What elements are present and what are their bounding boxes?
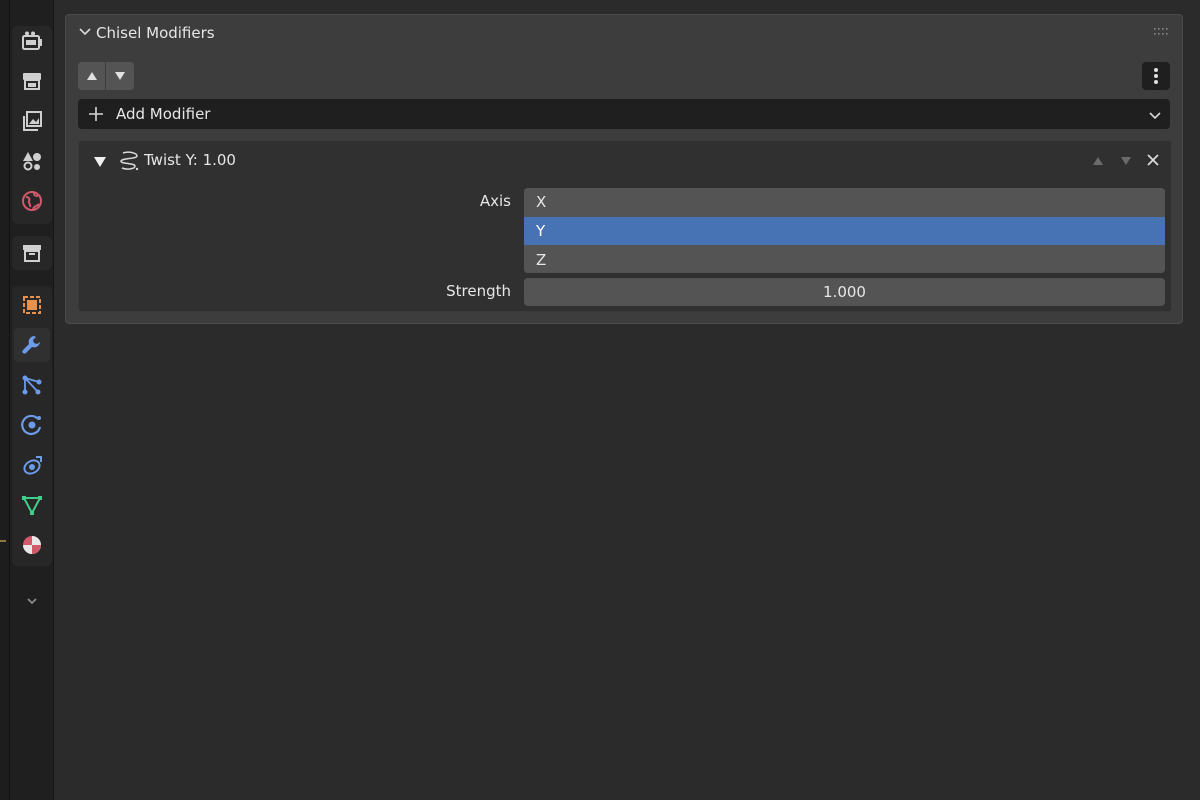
axis-selector: X Y Z <box>524 188 1165 273</box>
data-mesh-icon <box>22 496 42 516</box>
view-layer-icon <box>23 111 42 131</box>
close-icon[interactable] <box>1145 152 1161 168</box>
tab-physics[interactable] <box>14 408 50 442</box>
panel-menu-button[interactable] <box>1142 62 1170 90</box>
scene-icon <box>23 152 41 171</box>
collapse-triangle-icon[interactable] <box>93 156 107 168</box>
twist-modifier: Twist Y: 1.00 Axis X Y Z Strength 1.000 <box>78 140 1172 312</box>
axis-option-z[interactable]: Z <box>524 246 1165 273</box>
world-icon <box>22 191 42 211</box>
tab-view-layer[interactable] <box>14 104 50 138</box>
strength-field[interactable]: 1.000 <box>524 278 1165 306</box>
chevron-down-icon <box>1149 112 1161 120</box>
triangle-up-icon[interactable] <box>1091 154 1105 168</box>
properties-tab-bar <box>10 0 54 800</box>
axis-option-x[interactable]: X <box>524 188 1165 216</box>
triangle-down-icon <box>114 72 125 80</box>
tab-particles[interactable] <box>14 368 50 402</box>
plus-icon <box>89 107 103 121</box>
chevron-down-icon <box>79 28 91 36</box>
tab-object[interactable] <box>14 288 50 322</box>
tab-material[interactable] <box>14 528 50 562</box>
chevron-down-icon <box>27 598 37 605</box>
drag-grip-icon[interactable] <box>1154 27 1170 37</box>
viewport-edge <box>0 0 10 800</box>
tab-collection[interactable] <box>14 236 50 270</box>
panel-header[interactable]: Chisel Modifiers <box>66 15 1182 51</box>
tab-modifiers[interactable] <box>14 328 50 362</box>
chisel-modifiers-panel: Chisel Modifiers Add Modifier Twist Y: 1… <box>65 14 1183 324</box>
constraints-icon <box>23 456 42 475</box>
kebab-menu-icon <box>1154 68 1158 84</box>
move-up-button[interactable] <box>78 62 105 90</box>
tab-render[interactable] <box>14 24 50 58</box>
tab-output[interactable] <box>14 64 50 98</box>
panel-title: Chisel Modifiers <box>96 24 215 42</box>
strength-label: Strength <box>446 282 511 300</box>
object-icon <box>23 296 41 314</box>
modifier-wrench-icon <box>22 336 40 354</box>
render-icon <box>22 31 42 50</box>
axis-label: Axis <box>479 192 511 210</box>
tab-world[interactable] <box>14 184 50 218</box>
particles-icon <box>22 375 42 395</box>
collection-icon <box>23 245 41 262</box>
tab-scene[interactable] <box>14 144 50 178</box>
add-modifier-label: Add Modifier <box>116 105 211 123</box>
axis-option-y[interactable]: Y <box>524 217 1165 245</box>
twist-modifier-icon <box>120 151 139 171</box>
output-icon <box>23 73 41 90</box>
physics-icon <box>21 414 42 436</box>
modifier-header: Twist Y: 1.00 <box>79 141 1171 181</box>
move-down-button[interactable] <box>105 62 133 90</box>
tab-data[interactable] <box>14 488 50 522</box>
tab-constraints[interactable] <box>14 448 50 482</box>
tab-more[interactable] <box>14 584 50 618</box>
viewport-edge-mark <box>0 540 6 542</box>
add-modifier-dropdown[interactable]: Add Modifier <box>78 99 1170 129</box>
properties-editor: Chisel Modifiers Add Modifier Twist Y: 1… <box>54 0 1200 800</box>
move-buttons <box>78 62 134 90</box>
triangle-up-icon <box>86 72 97 80</box>
modifier-name: Twist Y: 1.00 <box>144 151 236 169</box>
material-icon <box>23 536 41 554</box>
triangle-down-icon[interactable] <box>1119 154 1133 168</box>
